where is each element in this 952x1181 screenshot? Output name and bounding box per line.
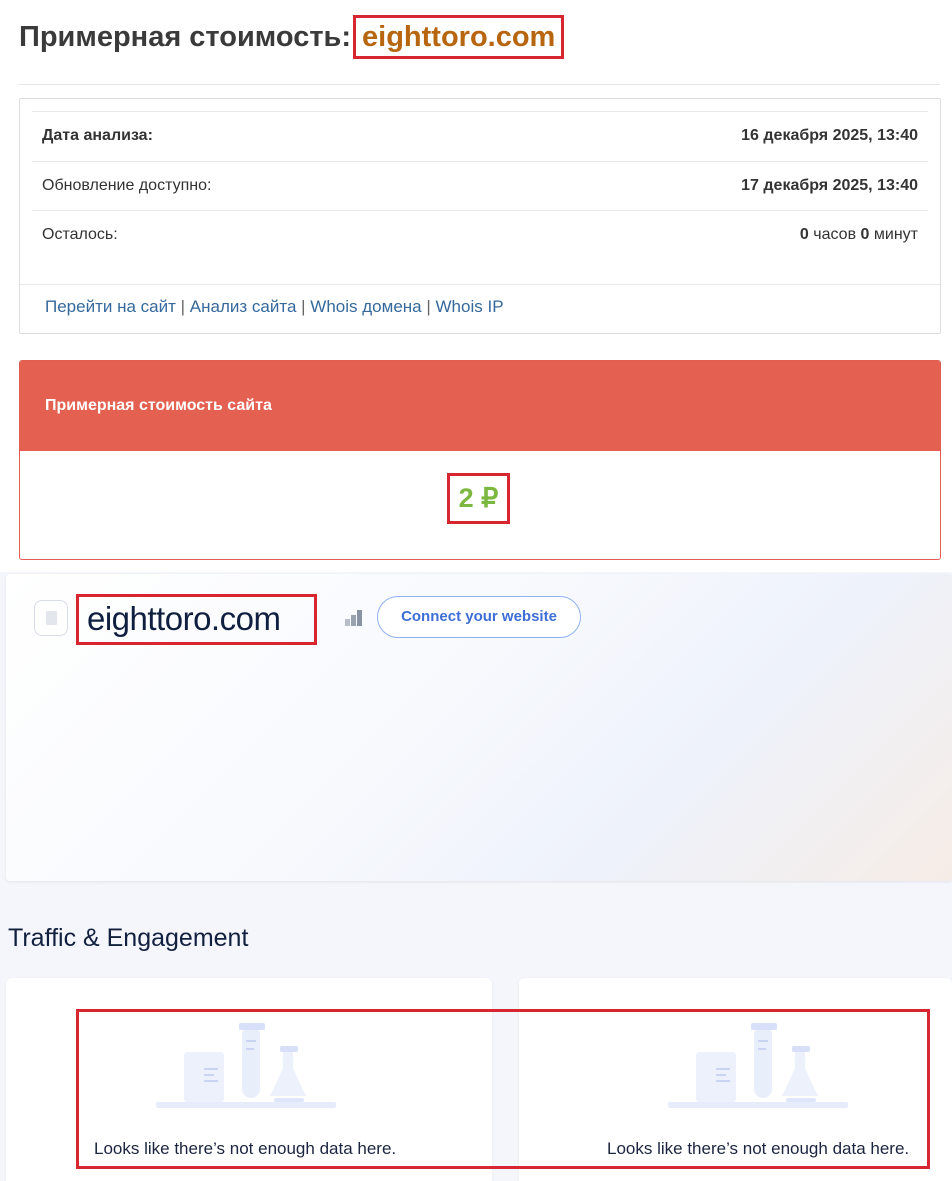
minutes-value: 0 bbox=[860, 226, 870, 243]
link-separator: | bbox=[426, 297, 431, 316]
traffic-section-title: Traffic & Engagement bbox=[8, 924, 249, 952]
document-icon bbox=[34, 600, 68, 636]
update-available-label: Обновление доступно: bbox=[42, 177, 212, 194]
page-title: Примерная стоимость: eighttoro.com bbox=[19, 14, 565, 60]
valuation-body: 2 ₽ bbox=[20, 451, 940, 559]
time-remaining-value: 0 часов 0 минут bbox=[800, 226, 918, 244]
analysis-info-card: Дата анализа: 16 декабря 2025, 13:40 Обн… bbox=[19, 98, 941, 334]
links-divider bbox=[20, 284, 940, 285]
link-separator: | bbox=[301, 297, 306, 316]
analysis-date-value: 16 декабря 2025, 13:40 bbox=[741, 127, 918, 144]
hours-value: 0 bbox=[799, 226, 809, 243]
update-available-row: Обновление доступно: 17 декабря 2025, 13… bbox=[32, 161, 928, 210]
minutes-unit: минут bbox=[873, 226, 918, 243]
title-divider bbox=[19, 84, 940, 85]
page-title-prefix: Примерная стоимость: bbox=[19, 21, 352, 53]
analysis-date-label: Дата анализа: bbox=[42, 127, 153, 144]
rank-bars-icon bbox=[345, 608, 367, 626]
link-site-analysis[interactable]: Анализ сайта bbox=[190, 297, 297, 316]
valuation-card: Примерная стоимость сайта 2 ₽ bbox=[19, 360, 941, 560]
site-links: Перейти на сайт | Анализ сайта | Whois д… bbox=[45, 297, 504, 317]
connect-website-button[interactable]: Connect your website bbox=[377, 596, 581, 638]
site-hero-panel: eighttoro.com Connect your website bbox=[6, 574, 952, 881]
link-visit-site[interactable]: Перейти на сайт bbox=[45, 297, 176, 316]
site-name: eighttoro.com bbox=[76, 594, 317, 645]
update-available-value: 17 декабря 2025, 13:40 bbox=[741, 177, 918, 194]
time-remaining-label: Осталось: bbox=[42, 226, 118, 243]
valuation-price: 2 ₽ bbox=[447, 473, 510, 524]
analysis-date-row: Дата анализа: 16 декабря 2025, 13:40 bbox=[32, 111, 928, 160]
page-title-domain: eighttoro.com bbox=[353, 15, 565, 59]
link-whois-ip[interactable]: Whois IP bbox=[436, 297, 504, 316]
analytics-section: eighttoro.com Connect your website Traff… bbox=[0, 572, 952, 1181]
link-whois-domain[interactable]: Whois домена bbox=[310, 297, 421, 316]
link-separator: | bbox=[180, 297, 186, 316]
valuation-header: Примерная стоимость сайта bbox=[20, 361, 940, 451]
hours-unit: часов bbox=[813, 226, 857, 243]
time-remaining-row: Осталось: 0 часов 0 минут bbox=[32, 210, 928, 259]
highlight-box bbox=[76, 1009, 930, 1169]
